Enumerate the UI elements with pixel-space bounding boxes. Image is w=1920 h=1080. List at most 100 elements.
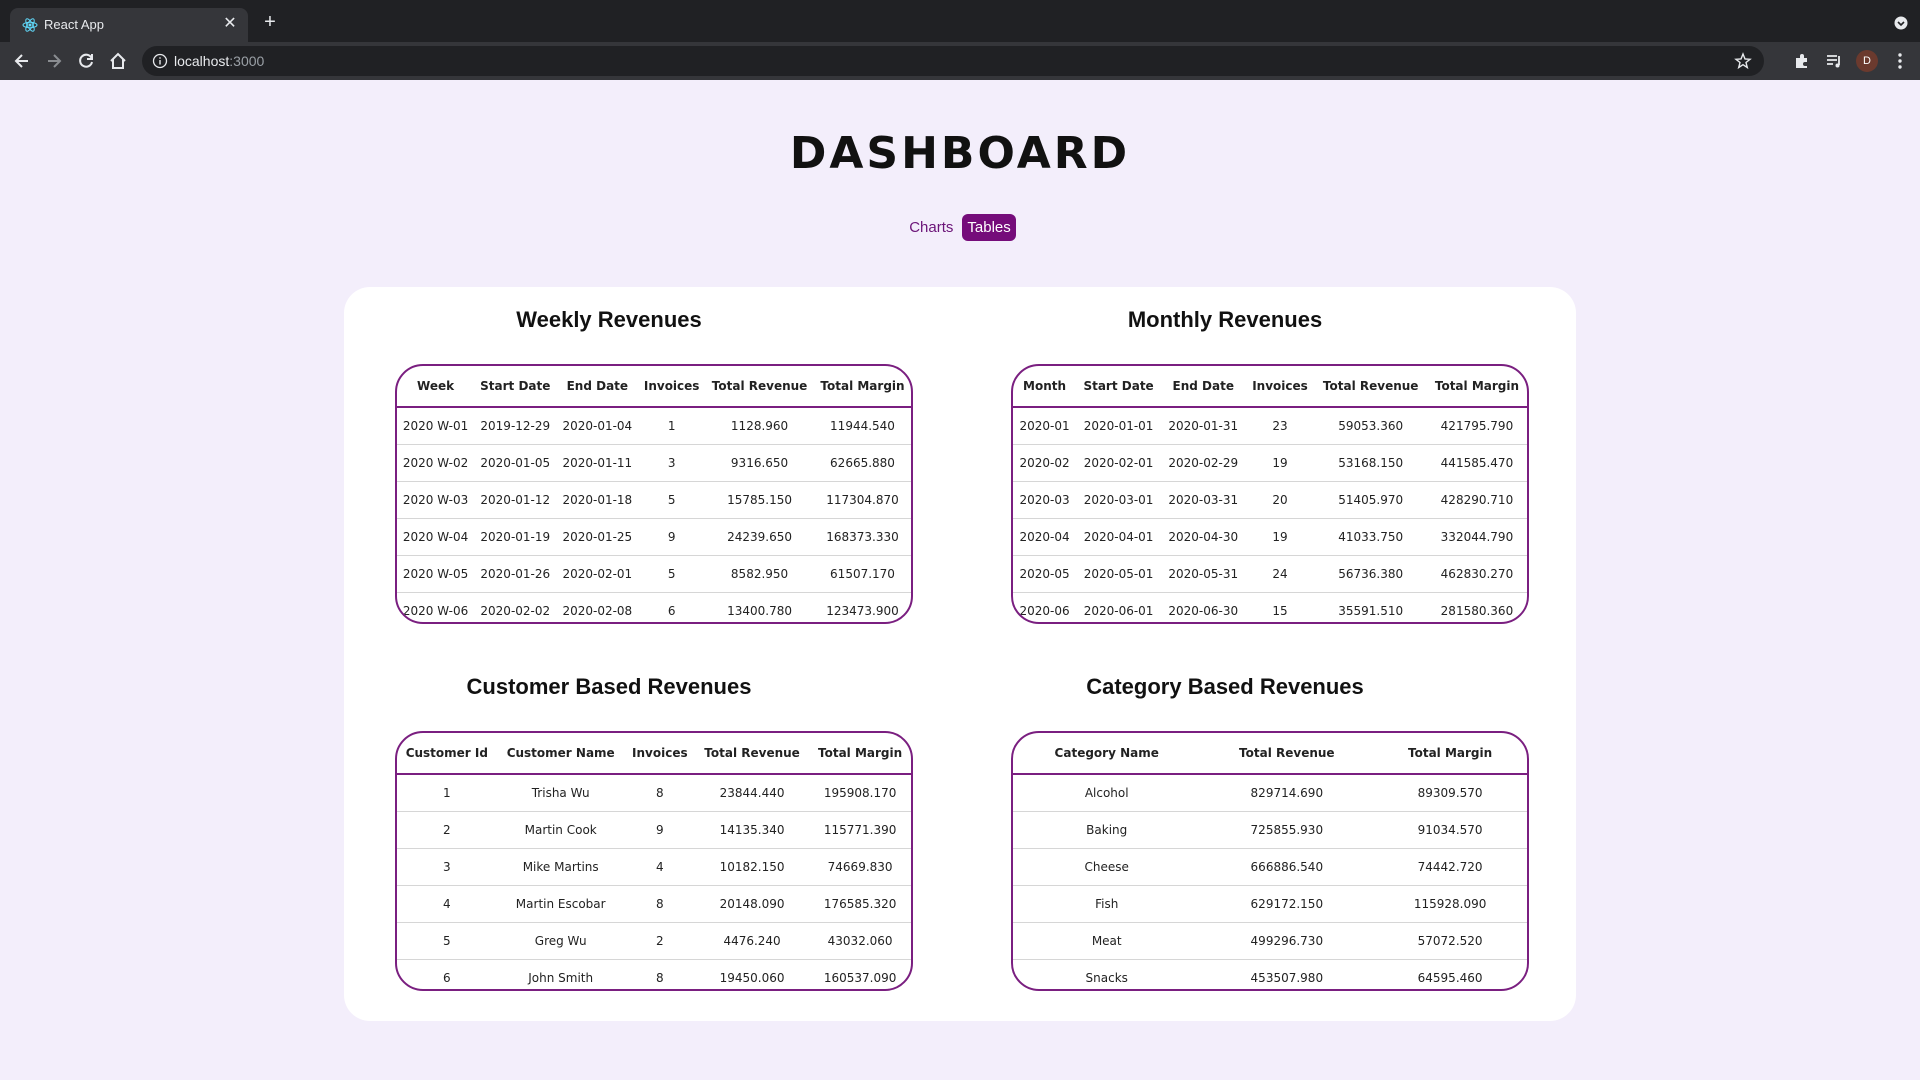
- table-cell: 9: [624, 811, 695, 849]
- customer-revenues-table[interactable]: Customer Id Customer Name Invoices Total Re…: [395, 731, 913, 991]
- bookmark-star-icon[interactable]: [1734, 52, 1752, 70]
- table-cell: 53168.150: [1314, 444, 1427, 482]
- tab-search-icon[interactable]: [1894, 16, 1908, 30]
- table-cell: 2020-01-12: [474, 481, 557, 519]
- table-cell: 2020-04-30: [1161, 518, 1246, 556]
- table-cell: 57072.520: [1373, 922, 1527, 960]
- table-cell: 8: [624, 774, 695, 812]
- column-header: Category Name: [1013, 733, 1201, 775]
- reload-icon[interactable]: [76, 51, 96, 71]
- table-cell: 2020-01-01: [1076, 407, 1162, 445]
- table-cell: 6: [638, 592, 706, 622]
- table-cell: Meat: [1013, 922, 1201, 960]
- column-header: Invoices: [624, 733, 695, 775]
- table-cell: 41033.750: [1314, 518, 1427, 556]
- column-header: Customer Name: [496, 733, 625, 775]
- table-row: 1 Trisha Wu 8 23844.440 195908.170: [397, 774, 911, 812]
- table-cell: 428290.710: [1426, 481, 1527, 519]
- table-cell: 2020-01-05: [474, 444, 557, 482]
- table-cell: 19450.060: [694, 959, 810, 989]
- tab-title: React App: [44, 17, 104, 32]
- table-cell: 6: [397, 959, 497, 989]
- table-cell: 2020-02-08: [556, 592, 639, 622]
- table-cell: 2: [624, 922, 695, 960]
- table-cell: 332044.790: [1426, 518, 1527, 556]
- table-row: 2020 W-04 2020-01-19 2020-01-25 9 24239.650 1…: [397, 518, 911, 556]
- table-cell: 117304.870: [814, 481, 911, 519]
- table-cell: 2020-04: [1013, 518, 1077, 556]
- table-cell: 4476.240: [694, 922, 810, 960]
- table-row: 5 Greg Wu 2 4476.240 43032.060: [397, 922, 911, 960]
- table-cell: Snacks: [1013, 959, 1201, 989]
- browser-chrome: React App ✕ + localhost:3000 D: [0, 0, 1920, 80]
- table-cell: 51405.970: [1314, 481, 1427, 519]
- table-row: Meat 499296.730 57072.520: [1013, 922, 1527, 960]
- table-cell: Alcohol: [1013, 774, 1201, 812]
- table-row: 2020 W-02 2020-01-05 2020-01-11 3 9316.650 62…: [397, 444, 911, 482]
- table-cell: 2020-06-30: [1161, 592, 1246, 622]
- category-revenues-title: Category Based Revenues: [1086, 674, 1364, 699]
- table-cell: John Smith: [496, 959, 625, 989]
- table-cell: 23: [1245, 407, 1315, 445]
- new-tab-icon[interactable]: +: [260, 12, 280, 32]
- table-cell: 2020-01-31: [1161, 407, 1246, 445]
- page: DASHBOARD Charts Tables Weekly Revenues W…: [0, 80, 1920, 1080]
- extensions-icon[interactable]: [1792, 51, 1812, 71]
- back-icon[interactable]: [12, 51, 32, 71]
- column-header: Total Margin: [1373, 733, 1527, 775]
- weekly-revenues-table[interactable]: Week Start Date End Date Invoices Total Reve…: [395, 364, 913, 624]
- table-cell: 91034.570: [1373, 811, 1527, 849]
- table-cell: 14135.340: [694, 811, 810, 849]
- table-cell: Mike Martins: [496, 848, 625, 886]
- table-cell: 2020-02: [1013, 444, 1077, 482]
- table-cell: 43032.060: [809, 922, 911, 960]
- table-row: 6 John Smith 8 19450.060 160537.090: [397, 959, 911, 989]
- profile-avatar[interactable]: D: [1856, 50, 1878, 72]
- media-controls-icon[interactable]: [1824, 51, 1844, 71]
- charts-tab[interactable]: Charts: [904, 214, 958, 241]
- table-cell: 2020-03-01: [1076, 481, 1162, 519]
- table-cell: 62665.880: [814, 444, 911, 482]
- table-cell: 195908.170: [809, 774, 911, 812]
- table-cell: 2020-02-29: [1161, 444, 1246, 482]
- table-row: 2020-06 2020-06-01 2020-06-30 15 35591.510 28…: [1013, 592, 1527, 622]
- table-header-row: Week Start Date End Date Invoices Total Reve…: [397, 366, 911, 408]
- table-cell: Greg Wu: [496, 922, 625, 960]
- table-cell: 421795.790: [1426, 407, 1527, 445]
- table-cell: 35591.510: [1314, 592, 1427, 622]
- home-icon[interactable]: [108, 51, 128, 71]
- monthly-revenues-table[interactable]: Month Start Date End Date Invoices Total Rev…: [1011, 364, 1529, 624]
- table-cell: 2020-06: [1013, 592, 1077, 622]
- browser-tab[interactable]: React App ✕: [10, 8, 248, 42]
- forward-icon[interactable]: [44, 51, 64, 71]
- table-row: 2020-01 2020-01-01 2020-01-31 23 59053.360 42…: [1013, 407, 1527, 445]
- table-cell: 2020 W-02: [397, 444, 475, 482]
- table-row: 2020 W-06 2020-02-02 2020-02-08 6 13400.780 1…: [397, 592, 911, 622]
- category-revenues-table[interactable]: Category Name Total Revenue Total Margin A…: [1011, 731, 1529, 991]
- table-cell: Baking: [1013, 811, 1201, 849]
- table-cell: 5: [638, 481, 706, 519]
- address-bar[interactable]: localhost:3000: [142, 46, 1764, 76]
- column-header: Total Revenue: [1200, 733, 1374, 775]
- table-cell: 23844.440: [694, 774, 810, 812]
- tables-tab[interactable]: Tables: [962, 214, 1016, 241]
- table-cell: 115928.090: [1373, 885, 1527, 923]
- table-cell: 2020-06-01: [1076, 592, 1162, 622]
- table-cell: 666886.540: [1200, 848, 1374, 886]
- table-cell: 453507.980: [1200, 959, 1374, 989]
- table-cell: 2020-05-01: [1076, 555, 1162, 593]
- table-cell: 2020-04-01: [1076, 518, 1162, 556]
- table-row: Baking 725855.930 91034.570: [1013, 811, 1527, 849]
- column-header: Customer Id: [397, 733, 497, 775]
- table-cell: 2020-01-25: [556, 518, 639, 556]
- close-tab-icon[interactable]: ✕: [220, 14, 240, 34]
- table-header-row: Category Name Total Revenue Total Margin: [1013, 733, 1527, 775]
- table-cell: 24: [1245, 555, 1315, 593]
- info-icon[interactable]: [152, 53, 168, 69]
- table-cell: 15: [1245, 592, 1315, 622]
- table-cell: 629172.150: [1200, 885, 1374, 923]
- table-cell: 441585.470: [1426, 444, 1527, 482]
- more-menu-icon[interactable]: [1890, 51, 1910, 71]
- table-cell: 5: [397, 922, 497, 960]
- table-cell: 9: [638, 518, 706, 556]
